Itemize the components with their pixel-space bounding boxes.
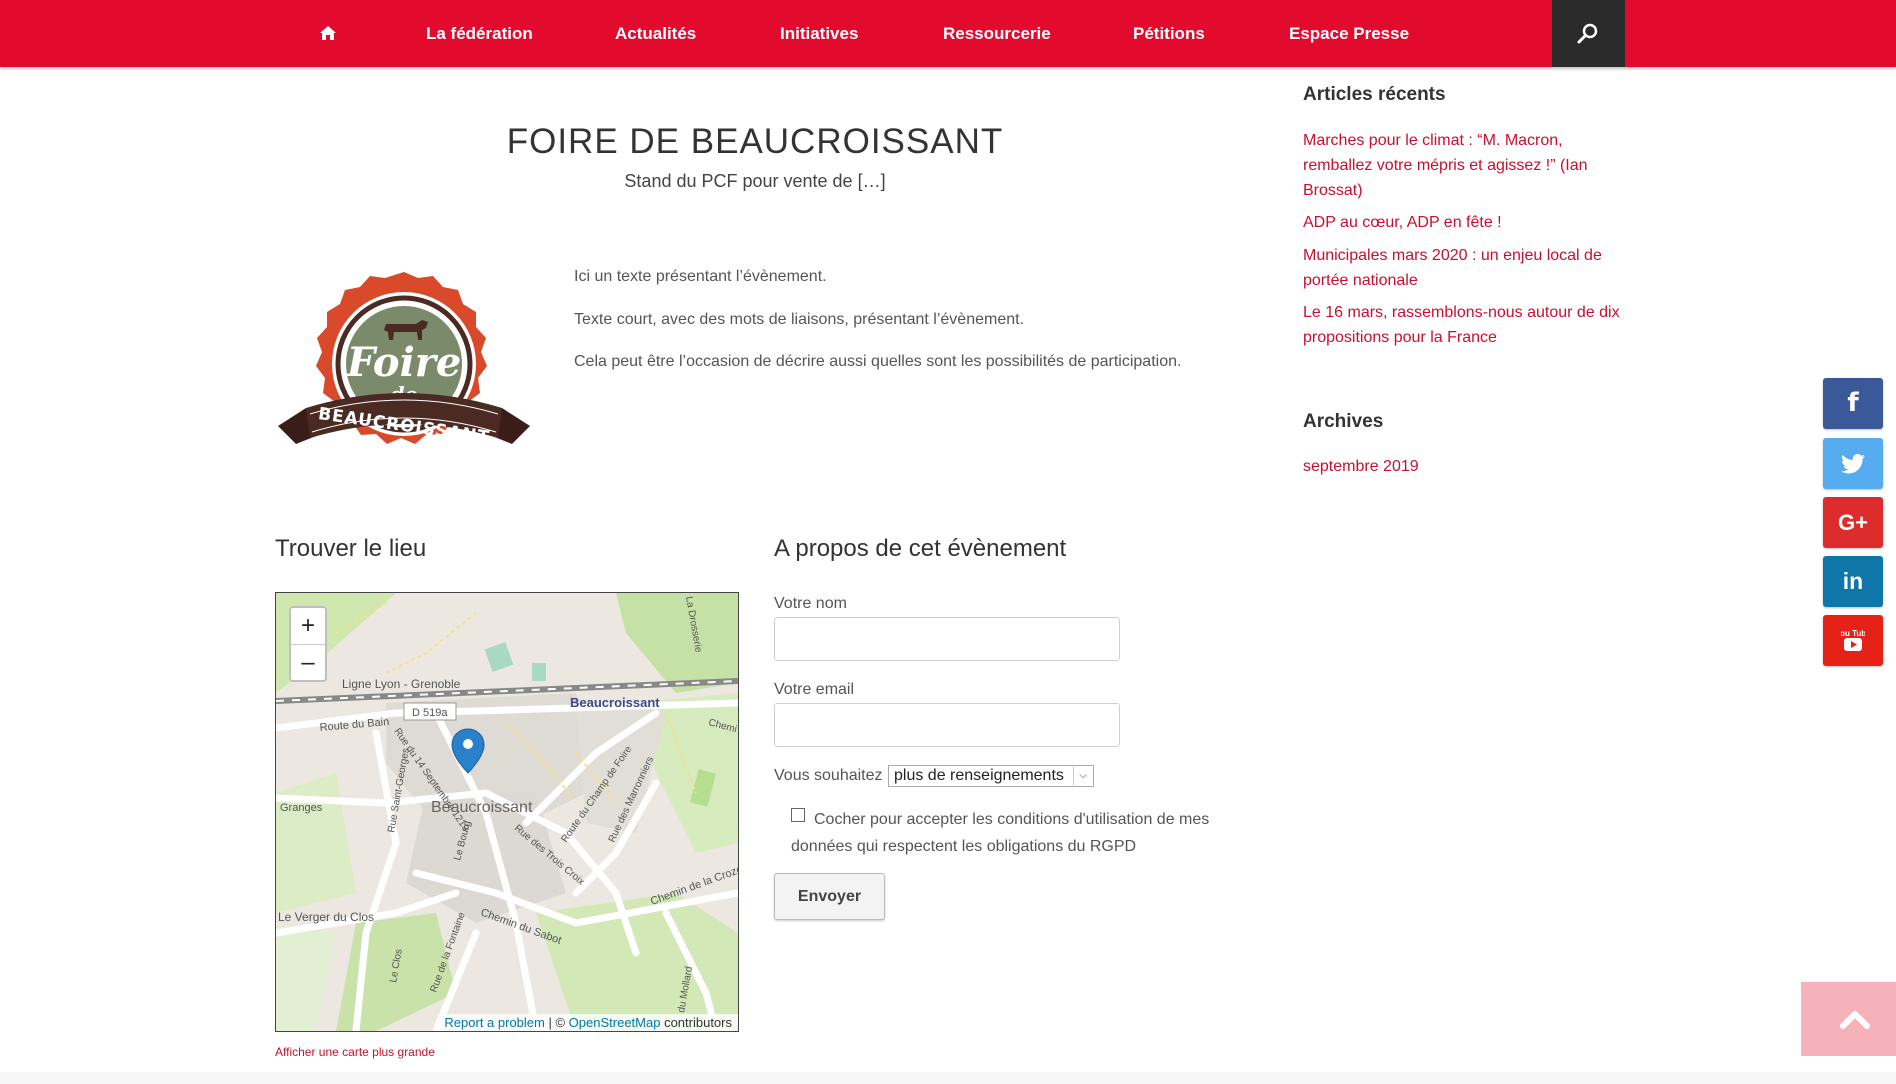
search-button[interactable] <box>1552 0 1625 67</box>
twitter-icon <box>1841 454 1865 474</box>
top-navigation: La fédération Actualités Initiatives Res… <box>0 0 1896 67</box>
wish-label: Vous souhaitez <box>774 767 883 784</box>
name-label: Votre nom <box>774 595 847 612</box>
location-heading: Trouver le lieu <box>275 535 427 562</box>
map-tiles: Ligne Lyon - Grenoble Beaucroissant Beau… <box>276 593 738 1031</box>
wish-select[interactable]: plus de renseignements ⌵ <box>888 765 1094 787</box>
twitter-button[interactable] <box>1823 438 1883 489</box>
description-paragraph: Texte court, avec des mots de liaisons, … <box>574 311 1025 328</box>
youtube-icon: You Tube <box>1835 629 1871 651</box>
nav-item-ressourcerie[interactable]: Ressourcerie <box>943 0 1051 67</box>
logo-text-foire: Foire <box>346 339 462 386</box>
email-field[interactable] <box>774 703 1120 747</box>
report-problem-link[interactable]: Report a problem <box>444 1015 544 1030</box>
zoom-out-button[interactable]: – <box>291 645 325 681</box>
nav-item-petitions[interactable]: Pétitions <box>1133 0 1205 67</box>
nav-item-actualites[interactable]: Actualités <box>615 0 696 67</box>
recent-article-link[interactable]: Municipales mars 2020 : un enjeu local d… <box>1303 243 1623 293</box>
openstreetmap-link[interactable]: OpenStreetMap <box>569 1015 661 1030</box>
archives-heading: Archives <box>1303 411 1384 432</box>
nav-item-federation[interactable]: La fédération <box>426 0 533 67</box>
back-to-top-button[interactable] <box>1801 982 1896 1056</box>
page-subtitle: Stand du PCF pour vente de […] <box>624 171 886 191</box>
description-paragraph: Ici un texte présentant l’évènement. <box>574 268 827 285</box>
map[interactable]: Ligne Lyon - Grenoble Beaucroissant Beau… <box>275 592 739 1032</box>
recent-article-link[interactable]: ADP au cœur, ADP en fête ! <box>1303 210 1623 235</box>
event-logo: Foire de BEAUCROISSANT <box>278 272 530 448</box>
name-field[interactable] <box>774 617 1120 661</box>
chevron-up-icon <box>1840 1011 1870 1029</box>
attribution-separator: | © <box>544 1015 569 1030</box>
map-label: D 519a <box>412 707 448 719</box>
nav-item-espace-presse[interactable]: Espace Presse <box>1289 0 1409 67</box>
bigger-map-link[interactable]: Afficher une carte plus grande <box>275 1045 435 1059</box>
map-label: Le Verger du Clos <box>278 910 374 924</box>
home-icon[interactable] <box>319 24 337 42</box>
page-title: FOIRE DE BEAUCROISSANT <box>506 122 1004 161</box>
youtube-label: You Tube <box>1841 629 1865 638</box>
recent-article-link[interactable]: Le 16 mars, rassemblons-nous autour de d… <box>1303 300 1623 350</box>
youtube-button[interactable]: You Tube <box>1823 615 1883 666</box>
attribution-contributors: contributors <box>660 1015 732 1030</box>
map-label: Ligne Lyon - Grenoble <box>342 677 461 691</box>
archive-link[interactable]: septembre 2019 <box>1303 454 1623 479</box>
consent-label: Cocher pour accepter les conditions d'ut… <box>791 811 1210 855</box>
submit-button[interactable]: Envoyer <box>774 873 885 920</box>
map-label: Granges <box>280 802 323 814</box>
recent-articles-heading: Articles récents <box>1303 84 1446 105</box>
recent-article-link[interactable]: Marches pour le climat : “M. Macron, rem… <box>1303 128 1623 203</box>
map-attribution: Report a problem | © OpenStreetMap contr… <box>438 1014 738 1031</box>
search-icon <box>1577 23 1598 44</box>
map-zoom-control: + – <box>289 606 327 682</box>
wish-select-value: plus de renseignements <box>894 767 1064 784</box>
nav-item-initiatives[interactable]: Initiatives <box>780 0 858 67</box>
facebook-icon: f <box>1847 388 1859 418</box>
form-heading: A propos de cet évènement <box>774 535 1067 562</box>
google-plus-button[interactable]: G+ <box>1823 497 1883 548</box>
zoom-in-button[interactable]: + <box>291 608 325 645</box>
facebook-button[interactable]: f <box>1823 378 1883 429</box>
linkedin-icon: in <box>1842 568 1864 594</box>
google-plus-icon: G+ <box>1838 510 1868 535</box>
linkedin-button[interactable]: in <box>1823 556 1883 607</box>
description-paragraph: Cela peut être l’occasion de décrire aus… <box>574 353 1182 370</box>
chevron-down-icon: ⌵ <box>1073 767 1092 785</box>
footer-strip <box>0 1072 1896 1084</box>
email-label: Votre email <box>774 681 855 698</box>
map-label: Beaucroissant <box>570 695 660 710</box>
